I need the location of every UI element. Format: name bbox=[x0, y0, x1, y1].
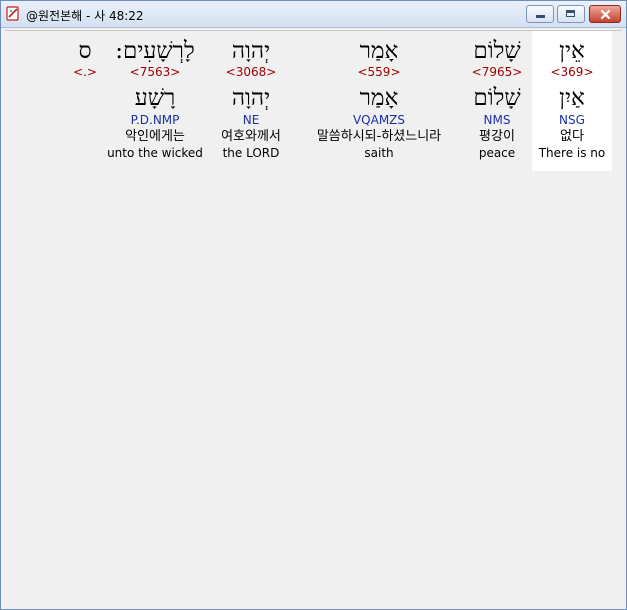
english-gloss: unto the wicked bbox=[107, 146, 203, 160]
parse-code: P.D.NMP bbox=[130, 113, 180, 127]
app-window: @원전본해 - 사 48:22 אֵין <369> אַיִן NSG 없다 … bbox=[0, 0, 627, 610]
strong-number[interactable]: <7563> bbox=[105, 65, 205, 80]
lemma-word: רָשָׁע bbox=[134, 85, 176, 111]
korean-gloss: 악인에게는 bbox=[125, 129, 185, 144]
parse-code: VQAMZS bbox=[352, 113, 406, 127]
close-icon bbox=[600, 9, 611, 20]
minimize-button[interactable] bbox=[526, 5, 554, 23]
strong-number[interactable]: <.> bbox=[65, 65, 105, 80]
korean-gloss: 말씀하시되-하셨느니라 bbox=[316, 129, 442, 144]
word-column-5[interactable]: לָרְשָׁעִים: <7563> רָשָׁע P.D.NMP 악인에게는… bbox=[105, 31, 205, 161]
hebrew-word: אָמַר bbox=[359, 38, 399, 64]
strong-number[interactable]: <559> bbox=[301, 65, 457, 80]
parse-code: NMS bbox=[483, 113, 511, 127]
english-gloss: saith bbox=[364, 146, 394, 160]
window-title: @원전본해 - 사 48:22 bbox=[26, 9, 144, 23]
word-column-6[interactable]: ס <.> bbox=[65, 31, 105, 80]
hebrew-word: אֵין bbox=[559, 38, 585, 64]
lemma-word: אָמַר bbox=[359, 85, 399, 111]
korean-gloss: 없다 bbox=[560, 129, 584, 144]
word-column-1[interactable]: אֵין <369> אַיִן NSG 없다 There is no bbox=[532, 31, 612, 171]
english-gloss: the LORD bbox=[222, 146, 280, 160]
strong-number[interactable]: <3068> bbox=[209, 65, 293, 80]
title-bar[interactable]: @원전본해 - 사 48:22 bbox=[1, 1, 626, 28]
strong-number[interactable]: <7965> bbox=[457, 65, 537, 80]
word-column-2[interactable]: שָׁלוֹם <7965> שָׁלוֹם NMS 평강이 peace bbox=[457, 31, 537, 161]
bible-book-icon bbox=[6, 6, 19, 21]
maximize-icon bbox=[566, 10, 575, 17]
parse-code: NE bbox=[242, 113, 260, 127]
maximize-button[interactable] bbox=[557, 5, 585, 23]
interlinear-view: אֵין <369> אַיִן NSG 없다 There is no שָׁל… bbox=[5, 30, 622, 607]
lemma-word: יְהוָה bbox=[231, 85, 271, 111]
korean-gloss: 평강이 bbox=[479, 129, 515, 144]
strong-number[interactable]: <369> bbox=[532, 65, 612, 80]
english-gloss: peace bbox=[478, 146, 516, 160]
hebrew-word: ס bbox=[78, 38, 92, 64]
lemma-word: אַיִן bbox=[559, 85, 585, 111]
parse-code: NSG bbox=[559, 113, 585, 127]
english-gloss: There is no bbox=[538, 146, 606, 160]
close-button[interactable] bbox=[589, 5, 621, 23]
minimize-icon bbox=[536, 15, 545, 18]
hebrew-word: יְהוָה bbox=[231, 38, 271, 64]
word-column-3[interactable]: אָמַר <559> אָמַר VQAMZS 말씀하시되-하셨느니라 sai… bbox=[301, 31, 457, 161]
hebrew-word: לָרְשָׁעִים: bbox=[115, 38, 195, 64]
korean-gloss: 여호와께서 bbox=[221, 129, 281, 144]
hebrew-word: שָׁלוֹם bbox=[473, 38, 521, 64]
word-column-4[interactable]: יְהוָה <3068> יְהוָה NE 여호와께서 the LORD bbox=[209, 31, 293, 161]
lemma-word: שָׁלוֹם bbox=[473, 85, 521, 111]
